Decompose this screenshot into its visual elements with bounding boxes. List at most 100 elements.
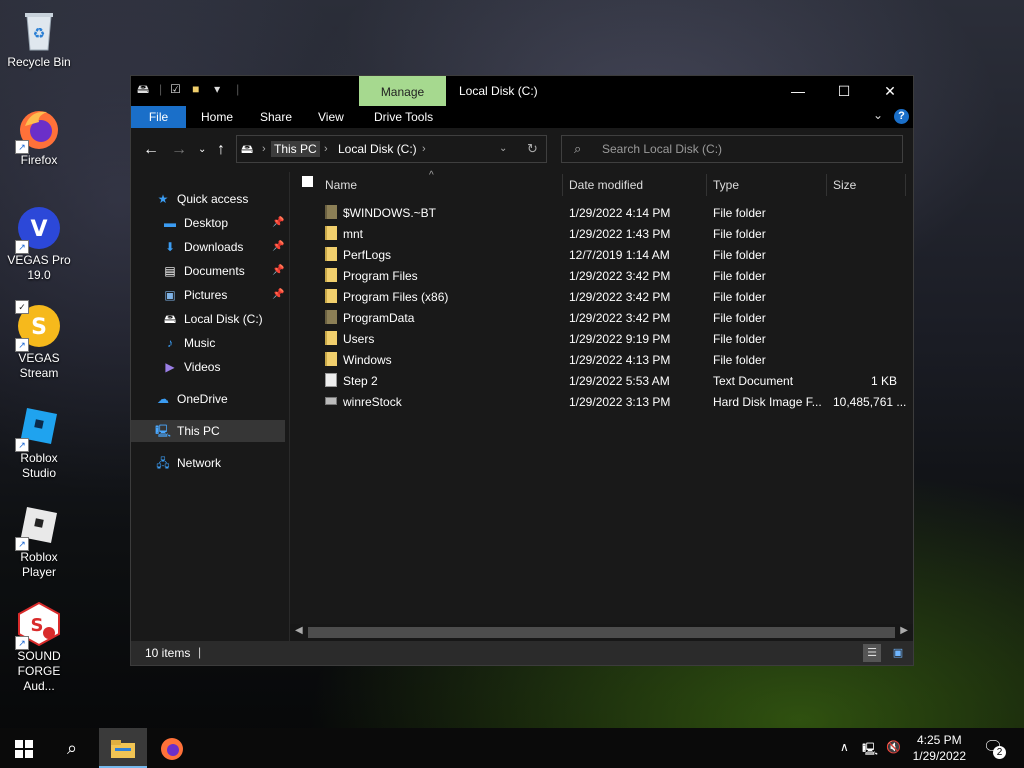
pin-icon[interactable]: 📌 (272, 212, 284, 234)
table-row[interactable]: $WINDOWS.~BT 1/29/2022 4:14 PM File fold… (290, 203, 913, 224)
scroll-right-icon[interactable]: ▶ (900, 625, 908, 636)
table-row[interactable]: winreStock 1/29/2022 3:13 PM Hard Disk I… (290, 392, 913, 413)
minimize-button[interactable]: — (775, 76, 821, 106)
navigation-pane: ★ Quick access ▬ Desktop 📌 ⬇ Downloads 📌 ▤ Doc… (131, 172, 289, 641)
column-date-modified[interactable]: Date modified (569, 177, 643, 193)
desktop-icon-recycle-bin[interactable]: ♻ Recycle Bin (2, 8, 76, 70)
breadcrumb-this-pc[interactable]: This PC (271, 141, 320, 157)
ribbon: File Home Share View Drive Tools ⌄ ? (131, 106, 913, 128)
start-button[interactable] (0, 728, 48, 768)
large-icons-view-icon[interactable]: ▣ (889, 644, 907, 662)
chevron-right-icon[interactable]: › (422, 141, 426, 157)
nav-quick-access[interactable]: ★ Quick access (155, 188, 249, 210)
pin-icon[interactable]: 📌 (272, 284, 284, 306)
column-name[interactable]: Name (325, 177, 357, 193)
sort-ascending-icon: ^ (429, 170, 434, 181)
picture-icon: ▣ (164, 288, 176, 302)
chevron-right-icon[interactable]: › (262, 141, 266, 157)
maximize-button[interactable]: ☐ (821, 76, 867, 106)
search-box[interactable]: ⌕ Search Local Disk (C:) (561, 135, 903, 163)
tab-drive-tools[interactable]: Drive Tools (374, 106, 433, 128)
tab-home[interactable]: Home (201, 106, 233, 128)
column-type[interactable]: Type (713, 177, 739, 193)
windows-icon (15, 739, 33, 758)
desktop-icon-firefox[interactable]: ↗ Firefox (2, 106, 76, 168)
star-icon: ★ (157, 192, 169, 206)
up-button[interactable]: ↑ (217, 140, 225, 160)
desktop-icon-label: Roblox Studio (20, 451, 58, 480)
new-folder-icon[interactable]: ■ (192, 82, 206, 96)
recent-locations-icon[interactable]: ⌄ (198, 140, 206, 160)
pin-icon[interactable]: 📌 (272, 260, 284, 282)
table-row[interactable]: Step 2 1/29/2022 5:53 AM Text Document 1… (290, 371, 913, 392)
select-all-checkbox[interactable] (302, 176, 313, 187)
quick-access-toolbar: 🖴 | ☑ ■ ▾ | (137, 82, 240, 96)
nav-local-disk[interactable]: 🖴 Local Disk (C:) (162, 308, 263, 330)
nav-downloads[interactable]: ⬇ Downloads 📌 (162, 236, 287, 258)
desktop-icon-sound-forge[interactable]: S ↗ SOUND FORGE Aud... (2, 601, 76, 694)
search-input[interactable]: Search Local Disk (C:) (602, 142, 722, 156)
volume-muted-icon[interactable]: 🔇 (886, 740, 901, 754)
address-dropdown-icon[interactable]: ⌄ (499, 141, 507, 157)
table-row[interactable]: Users 1/29/2022 9:19 PM File folder (290, 329, 913, 350)
cloud-icon: ☁ (157, 392, 169, 406)
nav-videos[interactable]: ▶ Videos (162, 356, 220, 378)
item-count: 10 items (145, 646, 191, 660)
shortcut-arrow-icon: ↗ (15, 338, 29, 352)
desktop-icon-vegas-stream[interactable]: S ✓ ↗ VEGAS Stream (2, 300, 76, 381)
nav-this-pc[interactable]: 🖳 This PC (131, 420, 285, 442)
search-button[interactable]: ⌕ (48, 728, 96, 768)
show-hidden-icons-icon[interactable]: ∧ (840, 740, 849, 754)
file-explorer-window[interactable]: 🖴 | ☑ ■ ▾ | Manage Local Disk (C:) — ☐ ✕… (130, 75, 914, 666)
nav-onedrive[interactable]: ☁ OneDrive (155, 388, 228, 410)
file-explorer-icon (111, 739, 135, 758)
properties-icon[interactable]: ☑ (170, 82, 184, 96)
shortcut-arrow-icon: ↗ (15, 140, 29, 154)
file-list[interactable]: ^ Name Date modified Type Size $WINDOWS.… (290, 170, 913, 641)
table-row[interactable]: mnt 1/29/2022 1:43 PM File folder (290, 224, 913, 245)
scrollbar-thumb[interactable] (308, 627, 895, 638)
taskbar-firefox[interactable] (148, 728, 196, 768)
back-button[interactable]: ← (143, 140, 159, 160)
taskbar: ⌕ ∧ 🖳 🔇 4:25 PM 1/29/2022 🗨 2 (0, 728, 1024, 768)
nav-desktop[interactable]: ▬ Desktop 📌 (162, 212, 287, 234)
table-row[interactable]: Program Files (x86) 1/29/2022 3:42 PM Fi… (290, 287, 913, 308)
refresh-icon[interactable]: ↻ (527, 141, 538, 157)
search-icon: ⌕ (574, 141, 582, 156)
expand-ribbon-icon[interactable]: ⌄ (873, 108, 883, 122)
table-row[interactable]: PerfLogs 12/7/2019 1:14 AM File folder (290, 245, 913, 266)
scroll-left-icon[interactable]: ◀ (295, 625, 303, 636)
address-bar[interactable]: 🖴 › This PC › Local Disk (C:) › ⌄ ↻ (236, 135, 547, 163)
desktop-icon-vegas-pro[interactable]: V ↗ VEGAS Pro 19.0 (2, 206, 76, 283)
table-row[interactable]: ProgramData 1/29/2022 3:42 PM File folde… (290, 308, 913, 329)
column-size[interactable]: Size (833, 177, 856, 193)
table-row[interactable]: Windows 1/29/2022 4:13 PM File folder (290, 350, 913, 371)
pin-icon[interactable]: 📌 (272, 236, 284, 258)
tab-view[interactable]: View (318, 106, 344, 128)
network-tray-icon[interactable]: 🖳 (862, 740, 878, 761)
nav-documents[interactable]: ▤ Documents 📌 (162, 260, 287, 282)
nav-music[interactable]: ♪ Music (162, 332, 215, 354)
table-row[interactable]: Program Files 1/29/2022 3:42 PM File fol… (290, 266, 913, 287)
nav-pictures[interactable]: ▣ Pictures 📌 (162, 284, 287, 306)
details-view-icon[interactable]: ☰ (863, 644, 881, 662)
horizontal-scrollbar[interactable]: ◀ ▶ (290, 624, 913, 641)
tab-manage[interactable]: Manage (359, 76, 446, 106)
network-icon: 🖧 (156, 456, 170, 470)
customize-toolbar-icon[interactable]: ▾ (214, 82, 228, 96)
tab-file[interactable]: File (131, 106, 186, 128)
drive-icon[interactable]: 🖴 (137, 82, 151, 96)
tab-share[interactable]: Share (260, 106, 292, 128)
system-clock[interactable]: 4:25 PM 1/29/2022 (913, 732, 966, 764)
desktop-icon-roblox-player[interactable]: ↗ Roblox Player (2, 503, 76, 580)
taskbar-file-explorer[interactable] (99, 728, 147, 768)
breadcrumb-local-disk[interactable]: Local Disk (C:) (338, 141, 417, 157)
desktop-icon-roblox-studio[interactable]: ↗ Roblox Studio (2, 404, 76, 481)
disk-image-icon (325, 397, 337, 405)
help-icon[interactable]: ? (894, 109, 909, 124)
chevron-right-icon[interactable]: › (324, 141, 328, 157)
forward-button[interactable]: → (171, 140, 187, 160)
close-button[interactable]: ✕ (867, 76, 913, 106)
title-bar[interactable]: 🖴 | ☑ ■ ▾ | Manage Local Disk (C:) — ☐ ✕ (131, 76, 913, 106)
nav-network[interactable]: 🖧 Network (155, 452, 221, 474)
